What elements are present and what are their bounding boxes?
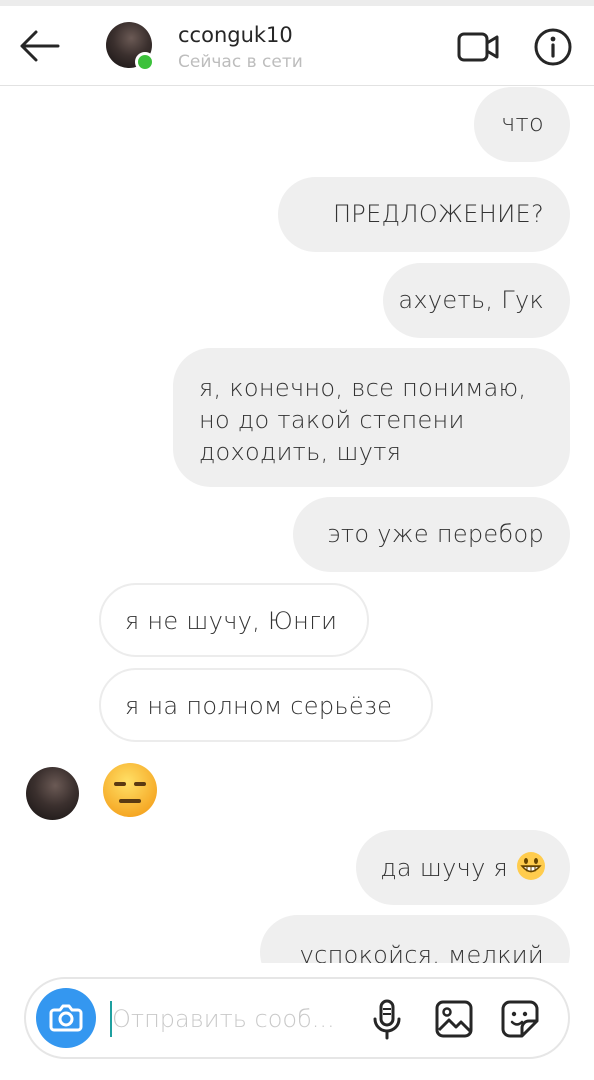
chat-screen: cconguk10 Сейчас в сети что ПРЕДЛОЖЕНИЕ?… [0, 0, 594, 1080]
message-text-line: но до такой степени [199, 406, 465, 434]
message-text: я не шучу, Юнги [125, 607, 338, 635]
message-list[interactable]: что ПРЕДЛОЖЕНИЕ? ахуеть, Гук я, конечно,… [0, 87, 594, 963]
message-text: что [501, 109, 544, 137]
chat-header: cconguk10 Сейчас в сети [0, 6, 594, 86]
message-bubble-outgoing[interactable]: я, конечно, все понимаю, но до такой сте… [173, 348, 570, 487]
message-text: да шучу я [380, 854, 509, 882]
expressionless-face-icon [103, 763, 157, 817]
info-icon [534, 28, 572, 66]
message-text: ахуеть, Гук [398, 286, 544, 314]
camera-icon [49, 1004, 83, 1032]
arrow-left-icon [20, 30, 60, 62]
online-status: Сейчас в сети [178, 52, 303, 72]
info-button[interactable] [532, 26, 574, 68]
message-text: я на полном серьёзе [125, 692, 393, 720]
video-call-button[interactable] [455, 26, 503, 68]
message-text-line: я, конечно, все понимаю, [199, 374, 527, 402]
video-camera-icon [457, 32, 499, 62]
sender-avatar[interactable] [26, 767, 79, 820]
back-button[interactable] [14, 24, 64, 68]
grinning-face-icon [517, 852, 545, 880]
message-composer [24, 977, 570, 1059]
chat-username[interactable]: cconguk10 [178, 23, 293, 47]
microphone-icon [373, 999, 401, 1040]
message-bubble-incoming[interactable]: я не шучу, Юнги [99, 583, 369, 657]
message-text: это уже перебор [327, 520, 544, 548]
message-text-line: доходить, шутя [199, 438, 402, 466]
message-bubble-outgoing[interactable]: ахуеть, Гук [383, 263, 570, 338]
sticker-icon [501, 1000, 539, 1038]
camera-button[interactable] [36, 988, 96, 1048]
voice-message-button[interactable] [372, 999, 402, 1041]
message-bubble-outgoing[interactable]: да шучу я [356, 830, 570, 905]
message-text: ПРЕДЛОЖЕНИЕ? [332, 200, 544, 228]
sticker-button[interactable] [500, 999, 540, 1039]
message-input[interactable] [110, 1001, 350, 1037]
message-bubble-outgoing[interactable]: успокойся, мелкий [260, 915, 570, 963]
gallery-button[interactable] [434, 999, 474, 1039]
message-bubble-outgoing[interactable]: что [474, 87, 570, 162]
message-bubble-incoming[interactable]: я на полном серьёзе [99, 668, 433, 742]
gallery-icon [435, 1000, 473, 1038]
online-indicator [135, 52, 155, 72]
message-bubble-outgoing[interactable]: это уже перебор [293, 497, 570, 572]
message-text: успокойся, мелкий [299, 941, 544, 963]
message-emoji-incoming[interactable] [101, 761, 159, 819]
message-bubble-outgoing[interactable]: ПРЕДЛОЖЕНИЕ? [278, 177, 570, 252]
